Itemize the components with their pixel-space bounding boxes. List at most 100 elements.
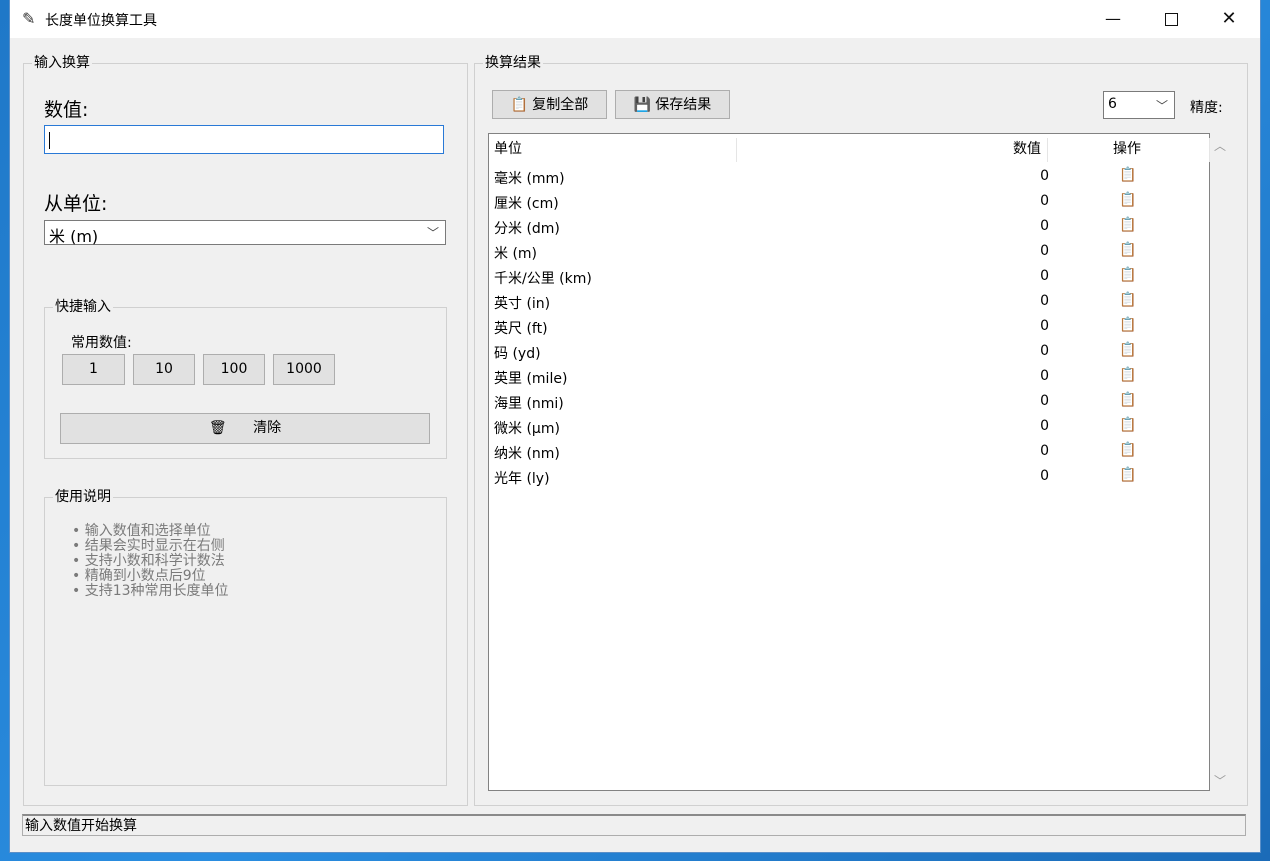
value-cell: 0: [1040, 343, 1049, 359]
help-line: • 支持13种常用长度单位: [72, 583, 229, 599]
help-line: • 输入数值和选择单位: [72, 523, 211, 539]
precision-label: 精度:: [1190, 100, 1223, 116]
precision-value: 6: [1108, 96, 1117, 112]
value-cell: 0: [1040, 418, 1049, 434]
title-bar[interactable]: ✎ 长度单位换算工具 — ✕: [10, 0, 1260, 38]
copy-row-icon[interactable]: 📋: [1119, 192, 1136, 208]
table-row[interactable]: 码 (yd) 0 📋: [489, 340, 1209, 365]
value-cell: 0: [1040, 218, 1049, 234]
help-text: • 输入数值和选择单位 • 结果会实时显示在右侧 • 支持小数和科学计数法 • …: [72, 524, 229, 599]
value-cell: 0: [1040, 168, 1049, 184]
value-cell: 0: [1040, 243, 1049, 259]
copy-row-icon[interactable]: 📋: [1119, 317, 1136, 333]
close-button[interactable]: ✕: [1200, 0, 1258, 38]
maximize-button[interactable]: [1142, 0, 1200, 38]
value-cell: 0: [1040, 293, 1049, 309]
value-cell: 0: [1040, 193, 1049, 209]
copy-all-button[interactable]: 📋 复制全部: [492, 90, 607, 119]
help-line: • 支持小数和科学计数法: [72, 553, 225, 569]
help-line: • 精确到小数点后9位: [72, 568, 206, 584]
copy-row-icon[interactable]: 📋: [1119, 167, 1136, 183]
table-row[interactable]: 英寸 (in) 0 📋: [489, 290, 1209, 315]
unit-cell: 微米 (μm): [494, 421, 560, 437]
app-window: ✎ 长度单位换算工具 — ✕ 输入换算 数值: 从单位: 米 (m) ﹀ 快捷输…: [10, 0, 1260, 852]
table-row[interactable]: 光年 (ly) 0 📋: [489, 465, 1209, 490]
unit-cell: 纳米 (nm): [494, 446, 560, 462]
column-header-action[interactable]: 操作: [1113, 134, 1141, 164]
value-cell: 0: [1040, 368, 1049, 384]
help-line: • 结果会实时显示在右侧: [72, 538, 225, 554]
column-header-unit[interactable]: 单位: [494, 134, 522, 164]
table-row[interactable]: 英里 (mile) 0 📋: [489, 365, 1209, 390]
value-input[interactable]: [44, 125, 444, 154]
chevron-down-icon: ﹀: [1155, 99, 1168, 113]
value-cell: 0: [1040, 443, 1049, 459]
column-separator: [1047, 138, 1048, 162]
table-row[interactable]: 分米 (dm) 0 📋: [489, 215, 1209, 240]
copy-row-icon[interactable]: 📋: [1119, 442, 1136, 458]
clipboard-icon: 📋: [510, 97, 529, 113]
scroll-down-icon[interactable]: ﹀: [1214, 772, 1226, 789]
text-caret: [49, 132, 50, 149]
unit-cell: 码 (yd): [494, 346, 541, 362]
unit-cell: 光年 (ly): [494, 471, 550, 487]
feather-icon: ✎: [22, 9, 36, 28]
value-cell: 0: [1040, 393, 1049, 409]
save-results-button[interactable]: 💾 保存结果: [615, 90, 730, 119]
copy-row-icon[interactable]: 📋: [1119, 242, 1136, 258]
copy-row-icon[interactable]: 📋: [1119, 467, 1136, 483]
unit-cell: 英尺 (ft): [494, 321, 548, 337]
table-row[interactable]: 纳米 (nm) 0 📋: [489, 440, 1209, 465]
table-row[interactable]: 米 (m) 0 📋: [489, 240, 1209, 265]
unit-cell: 千米/公里 (km): [494, 271, 592, 287]
quick-value-button-100[interactable]: 100: [203, 354, 265, 385]
quick-input-title: 快捷输入: [53, 299, 113, 315]
scroll-up-icon[interactable]: ︿: [1214, 137, 1226, 154]
copy-all-label: 复制全部: [532, 97, 589, 113]
quick-value-button-10[interactable]: 10: [133, 354, 195, 385]
copy-row-icon[interactable]: 📋: [1119, 292, 1136, 308]
floppy-disk-icon: 💾: [633, 97, 652, 113]
table-row[interactable]: 毫米 (mm) 0 📋: [489, 165, 1209, 190]
results-table[interactable]: 单位 数值 操作 毫米 (mm) 0 📋 厘米 (cm) 0 📋 分米 (dm) 0 📋 米 (m…: [488, 133, 1210, 791]
table-row[interactable]: 微米 (μm) 0 📋: [489, 415, 1209, 440]
copy-row-icon[interactable]: 📋: [1119, 367, 1136, 383]
maximize-icon: [1164, 13, 1178, 26]
minimize-button[interactable]: —: [1084, 0, 1142, 38]
common-values-label: 常用数值:: [71, 335, 132, 351]
unit-cell: 米 (m): [494, 246, 538, 262]
table-row[interactable]: 千米/公里 (km) 0 📋: [489, 265, 1209, 290]
quick-value-button-1[interactable]: 1: [62, 354, 125, 385]
table-row[interactable]: 厘米 (cm) 0 📋: [489, 190, 1209, 215]
precision-select[interactable]: 6 ﹀: [1103, 91, 1175, 119]
table-row[interactable]: 英尺 (ft) 0 📋: [489, 315, 1209, 340]
status-bar: 输入数值开始换算: [22, 814, 1246, 836]
copy-row-icon[interactable]: 📋: [1119, 267, 1136, 283]
input-group-title: 输入换算: [32, 55, 92, 71]
from-unit-value: 米 (m): [49, 227, 99, 246]
unit-cell: 英寸 (in): [494, 296, 551, 312]
copy-row-icon[interactable]: 📋: [1119, 217, 1136, 233]
results-group-title: 换算结果: [483, 55, 543, 71]
value-cell: 0: [1040, 468, 1049, 484]
from-unit-label: 从单位:: [44, 193, 108, 215]
quick-value-button-1000[interactable]: 1000: [273, 354, 335, 385]
value-cell: 0: [1040, 268, 1049, 284]
clear-button-label: 清除: [253, 420, 282, 436]
column-header-value[interactable]: 数值: [1013, 134, 1041, 164]
value-label: 数值:: [44, 99, 89, 121]
copy-row-icon[interactable]: 📋: [1119, 417, 1136, 433]
trash-icon: 🗑: [208, 420, 227, 436]
help-title: 使用说明: [53, 489, 113, 505]
clear-button[interactable]: 🗑 清除: [60, 413, 430, 444]
copy-row-icon[interactable]: 📋: [1119, 342, 1136, 358]
window-title: 长度单位换算工具: [45, 13, 157, 29]
chevron-down-icon: ﹀: [426, 226, 439, 240]
column-separator: [1209, 138, 1210, 162]
unit-cell: 海里 (nmi): [494, 396, 564, 412]
table-row[interactable]: 海里 (nmi) 0 📋: [489, 390, 1209, 415]
from-unit-select[interactable]: 米 (m) ﹀: [44, 220, 446, 246]
unit-cell: 毫米 (mm): [494, 171, 565, 187]
copy-row-icon[interactable]: 📋: [1119, 392, 1136, 408]
column-separator: [736, 138, 737, 162]
